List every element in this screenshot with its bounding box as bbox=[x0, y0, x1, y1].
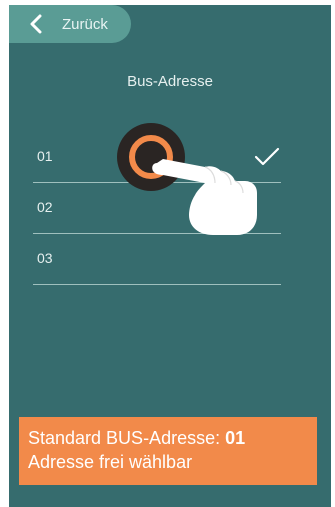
banner-line-2: Adresse frei wählbar bbox=[28, 452, 193, 472]
list-item-label: 01 bbox=[37, 148, 53, 164]
banner-line-1: Standard BUS-Adresse: 01 bbox=[28, 426, 317, 450]
page-title: Bus-Adresse bbox=[127, 73, 213, 90]
tap-gesture-hint bbox=[117, 123, 267, 243]
chevron-left-icon bbox=[30, 14, 42, 34]
back-button[interactable]: Zurück bbox=[9, 5, 131, 43]
pointing-hand-icon bbox=[152, 159, 257, 235]
banner-default-address-value: 01 bbox=[225, 428, 246, 448]
back-button-label: Zurück bbox=[62, 16, 108, 33]
list-item-label: 02 bbox=[37, 199, 53, 215]
info-banner: Standard BUS-Adresse: 01 Adresse frei wä… bbox=[19, 417, 317, 485]
list-item-label: 03 bbox=[37, 250, 53, 266]
banner-default-address-label: Standard BUS-Adresse: bbox=[28, 428, 226, 448]
